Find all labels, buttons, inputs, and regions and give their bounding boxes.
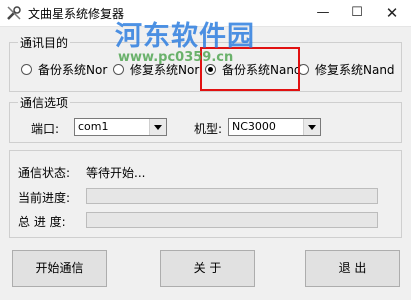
model-select[interactable]: NC3000 bbox=[228, 118, 321, 136]
minimize-button[interactable]: — bbox=[306, 0, 340, 26]
current-progress-bar bbox=[86, 188, 378, 204]
model-value: NC3000 bbox=[232, 120, 276, 133]
radio-label: 备份系统Nor bbox=[38, 62, 108, 77]
current-progress-label: 当前进度: bbox=[18, 191, 71, 205]
mode-group-legend: 通讯目的 bbox=[20, 36, 69, 50]
chevron-down-icon[interactable] bbox=[303, 119, 320, 135]
radio-backup-nor[interactable]: 备份系统Nor bbox=[21, 60, 107, 78]
watermark-url: www.pc0359.cn bbox=[118, 50, 234, 65]
radio-label: 修复系统Nand bbox=[315, 62, 395, 77]
radio-dot[interactable] bbox=[113, 63, 124, 75]
window-title: 文曲星系统修复器 bbox=[28, 7, 125, 21]
total-progress-label: 总 进 度: bbox=[18, 215, 66, 229]
watermark-logo: 河东软件园 bbox=[115, 21, 255, 52]
start-communication-button[interactable]: 开始通信 bbox=[12, 250, 107, 287]
chevron-down-icon[interactable] bbox=[149, 119, 166, 135]
status-value: 等待开始... bbox=[86, 166, 146, 180]
radio-dot[interactable] bbox=[21, 63, 32, 75]
port-label: 端口: bbox=[31, 122, 60, 136]
port-select[interactable]: com1 bbox=[74, 118, 167, 136]
total-progress-bar bbox=[86, 212, 378, 228]
close-button[interactable]: ✕ bbox=[375, 0, 409, 26]
exit-button[interactable]: 退 出 bbox=[305, 250, 400, 287]
port-value: com1 bbox=[78, 120, 109, 133]
wrench-icon bbox=[7, 6, 21, 20]
status-label: 通信状态: bbox=[18, 166, 71, 180]
model-label: 机型: bbox=[194, 122, 223, 136]
radio-repair-nand[interactable]: 修复系统Nand bbox=[298, 60, 395, 78]
maximize-button[interactable]: ☐ bbox=[340, 0, 374, 26]
about-button[interactable]: 关 于 bbox=[160, 250, 255, 287]
comm-group-legend: 通信选项 bbox=[20, 96, 69, 110]
